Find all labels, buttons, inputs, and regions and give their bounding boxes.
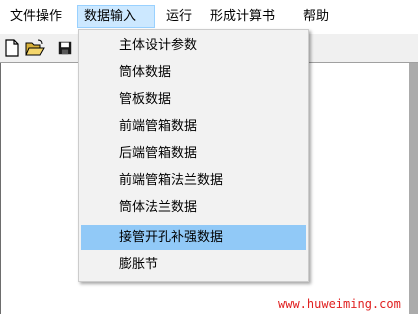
menu-item-front-channel-data[interactable]: 前端管箱数据 xyxy=(81,114,306,139)
menu-data-input[interactable]: 数据输入 xyxy=(77,5,155,28)
menu-item-main-design-params[interactable]: 主体设计参数 xyxy=(81,33,306,58)
menu-item-nozzle-reinforcement-data[interactable]: 接管开孔补强数据 xyxy=(81,225,306,250)
open-folder-button[interactable] xyxy=(24,37,46,59)
new-document-icon xyxy=(5,39,19,57)
save-disk-icon xyxy=(58,41,72,55)
menu-item-tubesheet-data[interactable]: 管板数据 xyxy=(81,87,306,112)
watermark-text: www.huweiming.com xyxy=(278,297,401,311)
menu-item-rear-channel-data[interactable]: 后端管箱数据 xyxy=(81,141,306,166)
new-document-button[interactable] xyxy=(1,37,23,59)
save-button[interactable] xyxy=(58,37,72,59)
menu-help[interactable]: 帮助 xyxy=(297,5,335,28)
data-input-dropdown-menu: 主体设计参数 筒体数据 管板数据 前端管箱数据 后端管箱数据 前端管箱法兰数据 … xyxy=(78,29,309,282)
menu-item-front-channel-flange-data[interactable]: 前端管箱法兰数据 xyxy=(81,168,306,193)
menu-run[interactable]: 运行 xyxy=(160,5,198,28)
menu-item-shell-data[interactable]: 筒体数据 xyxy=(81,60,306,85)
menu-item-expansion-joint[interactable]: 膨胀节 xyxy=(81,252,306,277)
menu-item-shell-flange-data[interactable]: 筒体法兰数据 xyxy=(81,195,306,220)
menu-file-operations[interactable]: 文件操作 xyxy=(4,5,68,28)
menu-generate-report[interactable]: 形成计算书 xyxy=(204,5,281,28)
open-folder-icon xyxy=(25,39,45,56)
